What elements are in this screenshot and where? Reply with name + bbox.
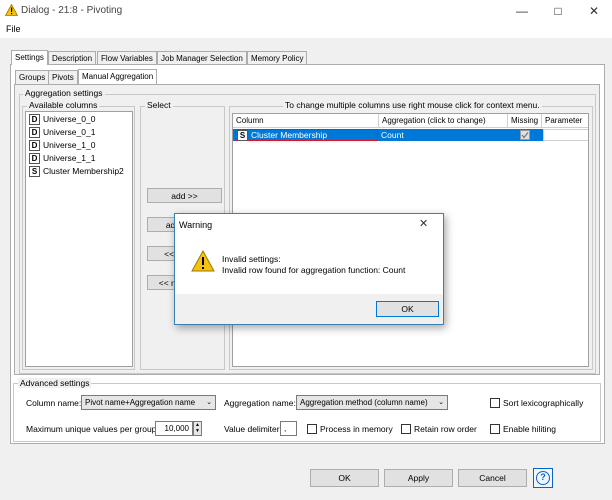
aggregation-settings-legend: Aggregation settings: [23, 88, 105, 98]
max-unique-input[interactable]: 10,000: [155, 421, 193, 436]
advanced-settings-legend: Advanced settings: [18, 378, 92, 388]
enable-hiliting-checkbox[interactable]: [490, 424, 500, 434]
dialog-close-icon[interactable]: ✕: [419, 217, 428, 230]
column-name: Universe_0_0: [43, 114, 96, 124]
column-cell[interactable]: S Cluster Membership: [235, 129, 378, 142]
check-icon: [521, 132, 529, 139]
type-badge: D: [29, 140, 40, 152]
value-delimiter-label: Value delimiter: [224, 424, 280, 434]
ok-button[interactable]: OK: [310, 469, 379, 487]
enable-hiliting-label: Enable hiliting: [503, 424, 556, 434]
column-name-label: Column name:: [26, 398, 82, 408]
available-columns-legend: Available columns: [27, 100, 100, 110]
aggregation-name-select[interactable]: Aggregation method (column name) ⌄: [296, 395, 448, 410]
title-bar: Dialog - 21:8 - Pivoting — □ ✕: [0, 0, 612, 22]
tab-description[interactable]: Description: [48, 51, 97, 65]
column-header[interactable]: Column: [233, 114, 379, 128]
aggregation-header[interactable]: Aggregation (click to change): [379, 114, 508, 128]
process-in-memory-label: Process in memory: [320, 424, 393, 434]
column-name-value: Pivot name+Aggregation name: [85, 398, 196, 407]
aggregation-name-label: Aggregation name:: [224, 398, 296, 408]
sort-lexicographically-label: Sort lexicographically: [503, 398, 584, 408]
warning-triangle-icon: [5, 4, 18, 16]
apply-button[interactable]: Apply: [384, 469, 453, 487]
tab-manual-aggregation[interactable]: Manual Aggregation: [78, 69, 158, 84]
list-item[interactable]: D Universe_0_1: [29, 127, 95, 139]
aggregation-name-value: Aggregation method (column name): [300, 398, 428, 407]
column-name: Universe_1_1: [43, 153, 96, 163]
help-button[interactable]: ?: [533, 468, 553, 488]
dialog-line2: Invalid row found for aggregation functi…: [222, 265, 406, 275]
type-badge: S: [237, 130, 248, 142]
window-title: Dialog - 21:8 - Pivoting: [21, 5, 123, 16]
retain-row-order-label: Retain row order: [414, 424, 477, 434]
column-name-select[interactable]: Pivot name+Aggregation name ⌄: [81, 395, 216, 410]
tab-job-manager-selection[interactable]: Job Manager Selection: [157, 51, 247, 65]
type-badge: S: [29, 166, 40, 178]
dialog-ok-button[interactable]: OK: [376, 301, 439, 317]
missing-checkbox[interactable]: [520, 130, 530, 140]
maximize-button[interactable]: □: [540, 0, 576, 22]
list-item[interactable]: D Universe_1_1: [29, 153, 95, 165]
chevron-down-icon: ⌄: [438, 399, 444, 406]
cancel-button[interactable]: Cancel: [458, 469, 527, 487]
process-in-memory-checkbox[interactable]: [307, 424, 317, 434]
max-unique-label: Maximum unique values per group: [26, 424, 157, 434]
available-columns-list[interactable]: D Universe_0_0 D Universe_0_1 D Universe_1_…: [25, 111, 133, 367]
type-badge: D: [29, 153, 40, 165]
column-name: Universe_1_0: [43, 140, 96, 150]
menu-file[interactable]: File: [6, 24, 21, 34]
warning-icon: [191, 250, 215, 272]
minimize-button[interactable]: —: [504, 0, 540, 22]
type-badge: D: [29, 127, 40, 139]
warning-dialog: Warning ✕ Invalid settings: Invalid row …: [174, 213, 444, 325]
select-legend: Select: [145, 100, 173, 110]
column-name: Universe_0_1: [43, 127, 96, 137]
tab-settings[interactable]: Settings: [11, 50, 48, 65]
context-menu-hint: To change multiple columns use right mou…: [283, 100, 542, 110]
missing-header[interactable]: Missing: [508, 114, 542, 128]
list-item[interactable]: D Universe_1_0: [29, 140, 95, 152]
row-column-name: Cluster Membership: [251, 130, 328, 140]
close-button[interactable]: ✕: [576, 0, 612, 22]
dialog-line1: Invalid settings:: [222, 254, 281, 264]
tab-pivots[interactable]: Pivots: [48, 70, 78, 84]
parameter-header[interactable]: Parameter: [542, 114, 588, 128]
chevron-down-icon: ⌄: [206, 399, 212, 406]
dialog-title-bar: Warning ✕: [175, 214, 443, 236]
sort-lexicographically-checkbox[interactable]: [490, 398, 500, 408]
tab-groups[interactable]: Groups: [15, 70, 50, 84]
list-item[interactable]: S Cluster Membership2: [29, 166, 124, 178]
table-row[interactable]: S Cluster Membership Count: [233, 129, 543, 142]
retain-row-order-checkbox[interactable]: [401, 424, 411, 434]
add-button[interactable]: add >>: [147, 188, 222, 203]
tab-memory-policy[interactable]: Memory Policy: [247, 51, 308, 65]
dialog-body: Invalid settings: Invalid row found for …: [175, 236, 443, 294]
help-icon: ?: [536, 471, 550, 485]
aggregation-cell[interactable]: Count: [381, 130, 404, 140]
tab-flow-variables[interactable]: Flow Variables: [97, 51, 157, 65]
list-item[interactable]: D Universe_0_0: [29, 114, 95, 126]
max-unique-spinner[interactable]: ▲ ▼: [193, 421, 202, 436]
type-badge: D: [29, 114, 40, 126]
spin-down-icon[interactable]: ▼: [195, 428, 200, 434]
menu-bar: File: [0, 22, 612, 38]
parameter-cell[interactable]: [543, 129, 588, 141]
column-name: Cluster Membership2: [43, 166, 124, 176]
value-delimiter-input[interactable]: ,: [280, 421, 297, 436]
dialog-title: Warning: [179, 220, 213, 230]
